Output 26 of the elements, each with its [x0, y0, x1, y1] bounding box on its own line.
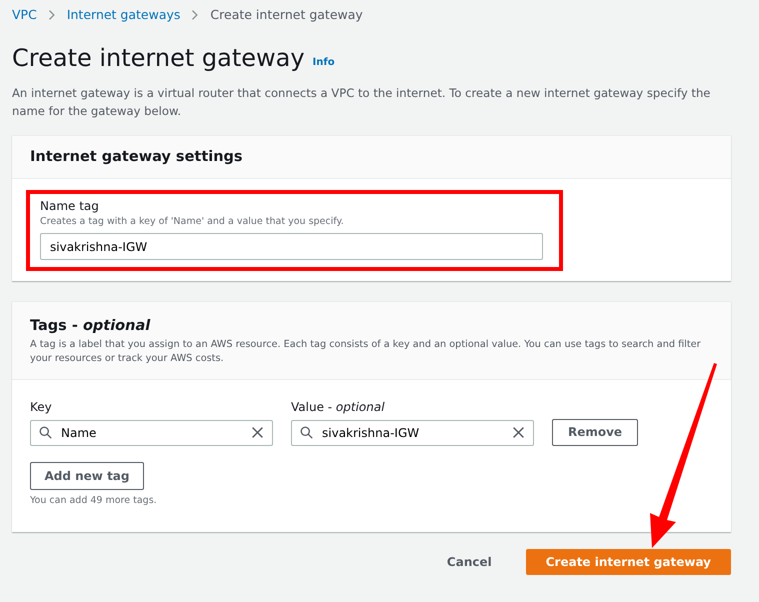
card-title: Internet gateway settings — [30, 148, 244, 166]
breadcrumb-link[interactable]: VPC — [12, 6, 37, 24]
page-description: An internet gateway is a virtual router that connects a VPC to the internet. To create a new internet gateway specify the name for the gateway below. — [12, 84, 712, 120]
chevron-icon — [190, 9, 200, 21]
cancel-button[interactable]: Cancel — [440, 552, 498, 572]
tag-limit-note: You can add 49 more tags. — [30, 494, 158, 508]
chevron-icon — [46, 9, 57, 21]
card-title: Tags - optional — [30, 318, 152, 336]
breadcrumb-link[interactable]: Internet gateways — [66, 6, 180, 24]
search-icon — [39, 426, 52, 439]
breadcrumb-current: Create internet gateway — [210, 6, 363, 24]
clear-icon[interactable] — [251, 426, 264, 439]
remove-button[interactable]: Remove — [552, 418, 638, 446]
search-icon — [300, 426, 313, 439]
field-label: Name tag — [40, 198, 100, 216]
add-tag-button[interactable]: Add new tag — [30, 462, 144, 490]
field-hint: Creates a tag with a key of 'Name' and a value that you specify. — [40, 215, 345, 230]
page-title: Create internet gateway — [12, 44, 305, 73]
key-field[interactable]: Name — [30, 420, 273, 446]
field-label: Key — [30, 398, 53, 416]
card-description: A tag is a label that you assign to an AWS resource. Each tag consists of a key and an optional value. You can use tags to search and filter your resources or track your AWS costs. — [30, 338, 702, 366]
field-label: Value - optional — [291, 398, 386, 416]
name-tag-field[interactable]: sivakrishna-IGW — [40, 233, 543, 260]
clear-icon[interactable] — [512, 426, 525, 439]
info-link[interactable]: Info — [312, 54, 335, 70]
value-field[interactable]: sivakrishna-IGW — [291, 420, 534, 446]
